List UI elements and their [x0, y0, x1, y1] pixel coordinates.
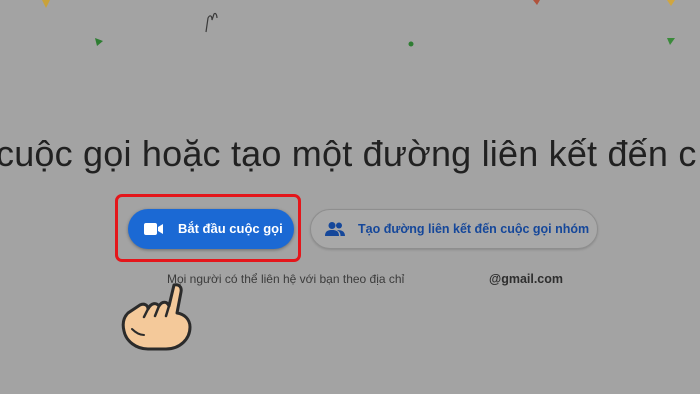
- people-icon: [324, 221, 346, 242]
- start-call-label: Bắt đầu cuộc gọi: [178, 221, 283, 236]
- scribble-decoration: [205, 12, 218, 33]
- create-group-call-link-button[interactable]: Tạo đường liên kết đến cuộc gọi nhóm: [310, 209, 598, 249]
- confetti-decoration: [0, 0, 700, 60]
- page-headline: cuộc gọi hoặc tạo một đường liên kết đến…: [0, 133, 697, 174]
- create-group-call-link-label: Tạo đường liên kết đến cuộc gọi nhóm: [358, 222, 590, 236]
- pointing-hand-icon: [121, 283, 192, 351]
- contact-email: @gmail.com: [489, 272, 564, 286]
- contact-info-text: Mọi người có thể liên hệ với bạn theo đị…: [167, 272, 405, 286]
- start-call-button[interactable]: Bắt đầu cuộc gọi: [128, 209, 294, 249]
- video-camera-icon: [144, 221, 164, 242]
